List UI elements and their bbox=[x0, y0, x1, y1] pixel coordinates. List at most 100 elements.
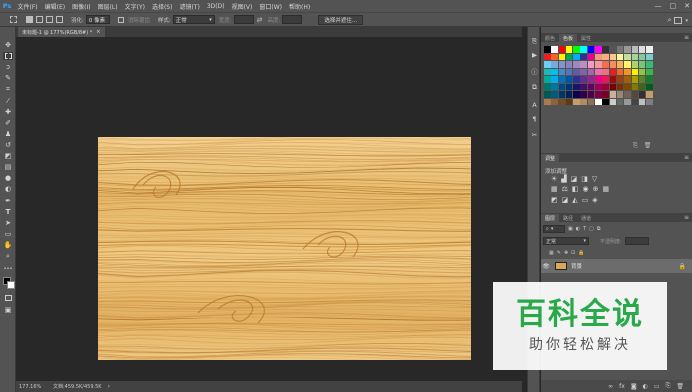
color-swatch[interactable] bbox=[580, 91, 587, 98]
color-swatch[interactable] bbox=[631, 46, 639, 53]
color-swatch[interactable] bbox=[544, 83, 551, 90]
color-swatch[interactable] bbox=[631, 68, 639, 75]
color-swatch[interactable] bbox=[544, 76, 551, 83]
blur-icon[interactable]: ● bbox=[3, 174, 13, 182]
color-swatch[interactable] bbox=[544, 68, 551, 75]
color-swatch[interactable] bbox=[573, 68, 580, 75]
color-swatch[interactable] bbox=[624, 53, 631, 60]
color-swatch[interactable] bbox=[580, 83, 587, 90]
link-layers-icon[interactable]: ∞ bbox=[608, 383, 613, 390]
color-swatch[interactable] bbox=[616, 46, 624, 53]
color-swatch[interactable] bbox=[565, 68, 573, 75]
color-swatch[interactable] bbox=[587, 98, 595, 105]
color-swatch[interactable] bbox=[587, 61, 595, 68]
gradient-icon[interactable]: ▤ bbox=[3, 163, 13, 171]
close-window-button[interactable]: ✕ bbox=[684, 2, 690, 10]
color-swatch[interactable] bbox=[551, 98, 558, 105]
color-swatch[interactable] bbox=[573, 91, 580, 98]
color-swatch[interactable] bbox=[595, 61, 602, 68]
menu-window[interactable]: 窗口(W) bbox=[256, 2, 286, 11]
filter-smart-icon[interactable]: ⧉ bbox=[597, 226, 601, 232]
color-swatch[interactable] bbox=[565, 61, 573, 68]
color-swatch[interactable] bbox=[624, 91, 631, 98]
lock-artboard-icon[interactable]: ⊡ bbox=[571, 250, 575, 256]
menu-select[interactable]: 选择(S) bbox=[148, 2, 176, 11]
feather-input[interactable]: 0 像素 bbox=[85, 15, 110, 24]
background-color-swatch[interactable] bbox=[7, 281, 15, 289]
color-swatch[interactable] bbox=[638, 98, 646, 105]
workspace-icon[interactable] bbox=[674, 17, 683, 24]
canvas-area[interactable] bbox=[16, 37, 522, 380]
lock-position-icon[interactable]: ✥ bbox=[564, 250, 568, 256]
screen-mode-icon[interactable]: ▣ bbox=[3, 306, 13, 314]
width-input[interactable] bbox=[233, 15, 254, 24]
color-swatch[interactable] bbox=[544, 53, 551, 60]
color-swatch[interactable] bbox=[602, 83, 609, 90]
color-swatch[interactable] bbox=[551, 68, 558, 75]
color-swatch[interactable] bbox=[551, 61, 558, 68]
minimize-button[interactable]: — bbox=[655, 2, 662, 10]
delete-layer-icon[interactable]: 🗑 bbox=[676, 383, 684, 390]
color-swatch[interactable] bbox=[573, 46, 580, 53]
color-swatch[interactable] bbox=[595, 53, 602, 60]
layers-menu-icon[interactable]: ≡ bbox=[684, 213, 689, 222]
gradient-map-icon[interactable]: ▭ bbox=[582, 196, 589, 204]
more-tools-icon[interactable]: ••• bbox=[3, 265, 13, 273]
color-swatch[interactable] bbox=[551, 91, 558, 98]
color-swatch[interactable] bbox=[624, 61, 631, 68]
status-menu-arrow-icon[interactable]: › bbox=[108, 383, 110, 390]
color-swatch[interactable] bbox=[602, 98, 609, 105]
wood-texture-canvas[interactable] bbox=[98, 137, 471, 360]
new-selection-icon[interactable] bbox=[26, 16, 33, 23]
brush-icon[interactable]: ✐ bbox=[3, 119, 13, 127]
color-swatch[interactable] bbox=[638, 61, 646, 68]
opacity-input[interactable] bbox=[624, 237, 649, 245]
hue-saturation-icon[interactable]: ▦ bbox=[551, 185, 558, 193]
actions-panel-icon[interactable]: ▶ bbox=[530, 51, 539, 59]
maximize-button[interactable]: □ bbox=[670, 2, 677, 10]
info-panel-icon[interactable]: ⓘ bbox=[530, 67, 539, 76]
menu-layer[interactable]: 图层(L) bbox=[94, 2, 121, 11]
color-swatch[interactable] bbox=[616, 68, 624, 75]
menu-3d[interactable]: 3D(D) bbox=[203, 3, 228, 10]
color-swatch[interactable] bbox=[587, 46, 595, 53]
new-adjustment-icon[interactable]: ◐ bbox=[643, 383, 648, 390]
color-swatch[interactable] bbox=[646, 68, 653, 75]
color-swatch[interactable] bbox=[595, 76, 602, 83]
color-swatch[interactable] bbox=[609, 98, 617, 105]
tab-adjustments[interactable]: 调整 bbox=[541, 154, 560, 162]
color-swatch[interactable] bbox=[587, 76, 595, 83]
color-swatch[interactable] bbox=[646, 61, 653, 68]
color-swatch[interactable] bbox=[638, 76, 646, 83]
selective-color-icon[interactable]: ◈ bbox=[592, 196, 597, 204]
layer-kind-filter[interactable]: ⌕ ▾ bbox=[543, 225, 565, 233]
add-selection-icon[interactable] bbox=[36, 16, 43, 23]
color-swatch[interactable] bbox=[646, 76, 653, 83]
posterize-icon[interactable]: ◪ bbox=[562, 196, 569, 204]
paragraph-panel-icon[interactable]: ¶ bbox=[530, 115, 539, 123]
color-swatch[interactable] bbox=[565, 46, 573, 53]
tab-properties[interactable]: 属性 bbox=[577, 34, 595, 42]
color-swatch[interactable] bbox=[558, 46, 566, 53]
move-icon[interactable]: ✥ bbox=[3, 41, 13, 49]
intersect-selection-icon[interactable] bbox=[56, 16, 63, 23]
panel-menu-icon[interactable]: ≡ bbox=[684, 33, 689, 42]
type-icon[interactable]: T bbox=[3, 208, 13, 216]
workspace-chevron-icon[interactable]: ▾ bbox=[685, 18, 688, 24]
color-swatch[interactable] bbox=[544, 98, 551, 105]
color-swatch[interactable] bbox=[631, 83, 639, 90]
document-tab[interactable]: 未标题-1 @ 177%(RGB/8#) * × bbox=[18, 27, 105, 37]
menu-edit[interactable]: 编辑(E) bbox=[41, 2, 68, 11]
tool-preset-picker[interactable] bbox=[0, 12, 26, 27]
color-swatch[interactable] bbox=[609, 83, 617, 90]
zoom-level[interactable]: 177.16% bbox=[19, 384, 45, 390]
color-swatch[interactable] bbox=[602, 61, 609, 68]
color-swatch[interactable] bbox=[580, 46, 587, 53]
color-swatch[interactable] bbox=[551, 53, 558, 60]
color-swatch[interactable] bbox=[544, 91, 551, 98]
path-select-icon[interactable]: ➤ bbox=[3, 219, 13, 227]
color-swatch[interactable] bbox=[602, 91, 609, 98]
brightness-icon[interactable]: ☀ bbox=[551, 175, 557, 183]
color-swatch[interactable] bbox=[558, 53, 566, 60]
color-swatch[interactable] bbox=[602, 53, 609, 60]
